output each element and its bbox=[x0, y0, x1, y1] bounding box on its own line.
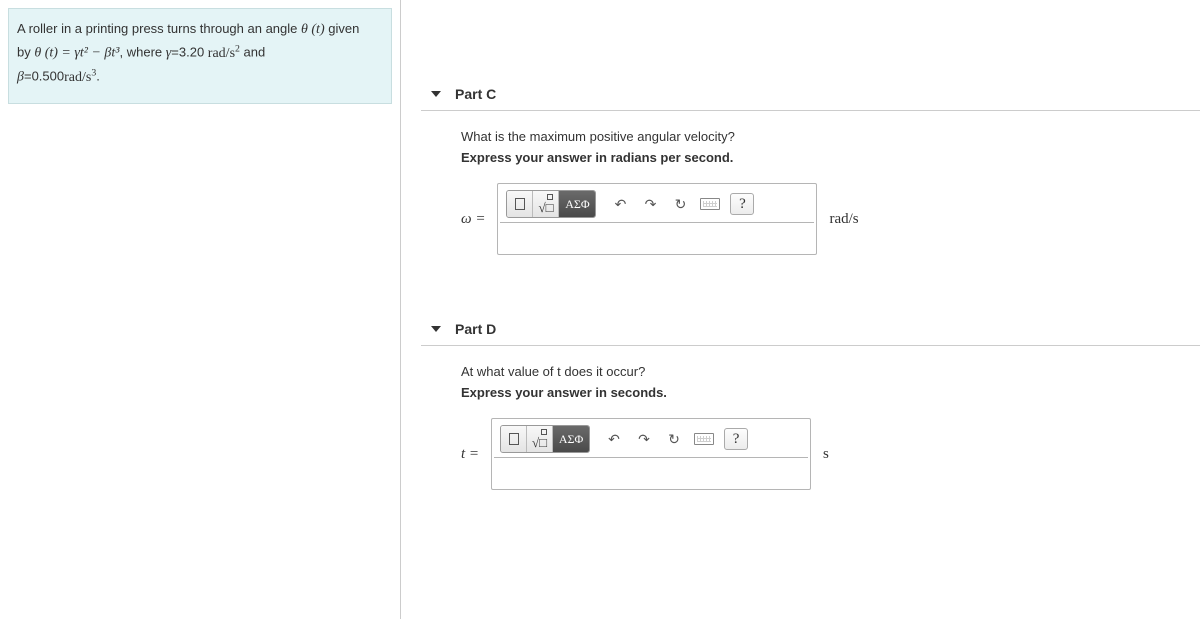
part-c-title: Part C bbox=[455, 86, 496, 102]
part-c-section: Part C What is the maximum positive angu… bbox=[421, 80, 1200, 255]
part-d-title: Part D bbox=[455, 321, 496, 337]
keyboard-icon[interactable] bbox=[692, 427, 716, 451]
redo-icon[interactable]: ↷ bbox=[638, 192, 662, 216]
redo-icon[interactable]: ↷ bbox=[632, 427, 656, 451]
theta-of-t: θ (t) bbox=[301, 22, 325, 37]
answer-box-c: √□ ΑΣΦ ↶ ↷ ↻ ? bbox=[497, 183, 817, 255]
greek-letters-button[interactable]: ΑΣΦ bbox=[559, 191, 595, 217]
answer-box-d: √□ ΑΣΦ ↶ ↷ ↻ ? bbox=[491, 418, 811, 490]
problem-statement: A roller in a printing press turns throu… bbox=[8, 8, 392, 104]
reset-icon[interactable]: ↻ bbox=[662, 427, 686, 451]
answer-input-c[interactable] bbox=[500, 223, 814, 252]
unit-rad-s3: rad/s³rad/s3 bbox=[64, 70, 96, 85]
caret-down-icon bbox=[431, 326, 441, 332]
part-c-header[interactable]: Part C bbox=[421, 80, 1200, 111]
equation-toolbar-c: √□ ΑΣΦ ↶ ↷ ↻ ? bbox=[498, 184, 816, 222]
help-button[interactable]: ? bbox=[724, 428, 748, 450]
unit-rad-s2: rad/s²rad/s2 bbox=[208, 46, 240, 61]
part-d-question: At what value of t does it occur? bbox=[461, 364, 1200, 379]
unit-label-c: rad/s bbox=[829, 211, 858, 228]
caret-down-icon bbox=[431, 91, 441, 97]
equation: θ (t) = γt² − βt³ bbox=[34, 46, 119, 61]
problem-text: A roller in a printing press turns throu… bbox=[17, 21, 301, 36]
reset-icon[interactable]: ↻ bbox=[668, 192, 692, 216]
template-button[interactable] bbox=[507, 191, 533, 217]
root-fraction-button[interactable]: √□ bbox=[527, 426, 553, 452]
keyboard-icon[interactable] bbox=[698, 192, 722, 216]
template-button[interactable] bbox=[501, 426, 527, 452]
omega-label: ω = bbox=[461, 211, 485, 228]
part-d-section: Part D At what value of t does it occur?… bbox=[421, 315, 1200, 490]
root-fraction-button[interactable]: √□ bbox=[533, 191, 559, 217]
help-button[interactable]: ? bbox=[730, 193, 754, 215]
greek-letters-button[interactable]: ΑΣΦ bbox=[553, 426, 589, 452]
part-d-instruction: Express your answer in seconds. bbox=[461, 385, 1200, 400]
t-label: t = bbox=[461, 446, 479, 463]
part-c-instruction: Express your answer in radians per secon… bbox=[461, 150, 1200, 165]
undo-icon[interactable]: ↶ bbox=[602, 427, 626, 451]
answer-input-d[interactable] bbox=[494, 458, 808, 487]
part-c-question: What is the maximum positive angular vel… bbox=[461, 129, 1200, 144]
part-d-header[interactable]: Part D bbox=[421, 315, 1200, 346]
undo-icon[interactable]: ↶ bbox=[608, 192, 632, 216]
equation-toolbar-d: √□ ΑΣΦ ↶ ↷ ↻ ? bbox=[492, 419, 810, 457]
unit-label-d: s bbox=[823, 446, 829, 463]
